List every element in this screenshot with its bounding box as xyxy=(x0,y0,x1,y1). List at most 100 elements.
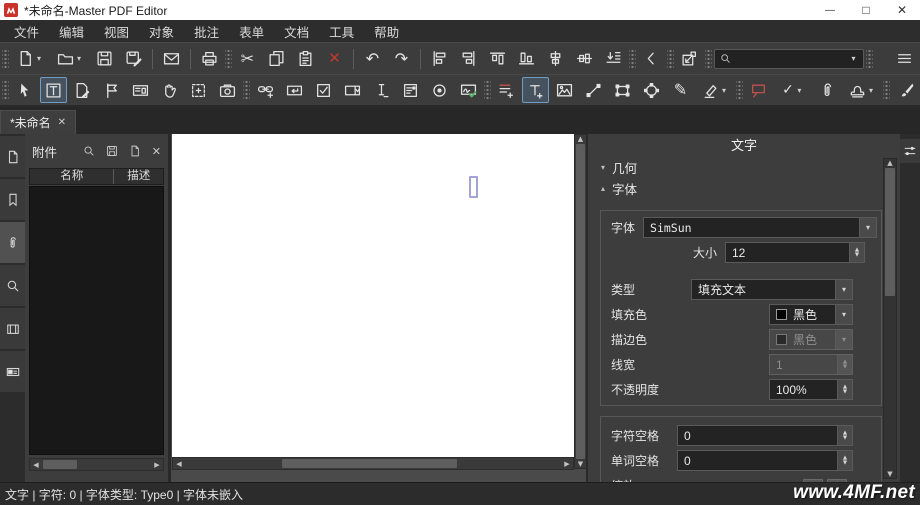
chevron-down-icon[interactable]: ▾ xyxy=(859,218,876,237)
text-cursor-tool-button[interactable] xyxy=(368,77,395,103)
form-properties-tool-button[interactable] xyxy=(127,77,154,103)
brush-tool-button[interactable] xyxy=(892,77,919,103)
combobox-tool-button[interactable] xyxy=(339,77,366,103)
highlighter-tool-button[interactable]: ▾ xyxy=(696,77,734,103)
attachments-hscrollbar[interactable]: ◀ ▶ xyxy=(29,458,164,471)
search-dropdown[interactable]: ▾ xyxy=(849,54,858,63)
attachments-list[interactable] xyxy=(29,186,164,455)
menu-item-file[interactable]: 文件 xyxy=(4,20,49,43)
canvas-hscrollbar[interactable]: ◀ ▶ xyxy=(172,457,574,470)
delete-button[interactable]: ✕ xyxy=(321,46,348,72)
redo-button[interactable]: ↷ xyxy=(388,46,415,72)
save-as-button[interactable] xyxy=(120,46,147,72)
link-tool-button[interactable] xyxy=(252,77,279,103)
paste-button[interactable] xyxy=(292,46,319,72)
listbox-tool-button[interactable] xyxy=(397,77,424,103)
scroll-left-icon[interactable]: ◀ xyxy=(30,461,42,469)
scroll-thumb[interactable] xyxy=(885,168,895,296)
maximize-button[interactable]: □ xyxy=(848,0,884,20)
search-box[interactable]: ▾ xyxy=(714,48,864,69)
minimize-button[interactable]: — xyxy=(812,0,848,20)
bookmark-tool-button[interactable] xyxy=(98,77,125,103)
cut-button[interactable]: ✂ xyxy=(234,46,261,72)
highlighter-dropdown[interactable]: ▾ xyxy=(720,86,729,95)
align-center-horizontal-button[interactable] xyxy=(571,46,598,72)
checkmark-dropdown[interactable]: ▾ xyxy=(795,86,804,95)
open-document-button[interactable]: ▾ xyxy=(51,46,89,72)
column-header-name[interactable]: 名称 xyxy=(30,169,115,184)
spinner-buttons[interactable]: ▲ ▼ xyxy=(837,380,852,399)
spinner-buttons[interactable]: ▲ ▼ xyxy=(849,243,864,262)
stamp-tool-button[interactable]: ▾ xyxy=(843,77,881,103)
spin-down-icon[interactable]: ▼ xyxy=(855,252,859,258)
scroll-down-icon[interactable]: ▼ xyxy=(884,470,896,478)
sidebar-item-search[interactable] xyxy=(0,265,25,306)
spinner-buttons[interactable]: ▲ ▼ xyxy=(837,426,852,445)
menu-item-document[interactable]: 文档 xyxy=(274,20,319,43)
delete-attachment-icon[interactable]: ✕ xyxy=(152,146,161,157)
menu-item-help[interactable]: 帮助 xyxy=(364,20,409,43)
size-spinner[interactable]: 12 ▲ ▼ xyxy=(725,242,865,263)
toolbar-drag-handle[interactable] xyxy=(705,47,712,70)
section-geometry[interactable]: ▾ 几何 xyxy=(588,157,900,178)
pencil-tool-button[interactable]: ✎ xyxy=(667,77,694,103)
toolbar-drag-handle[interactable] xyxy=(883,79,890,101)
align-center-vertical-button[interactable] xyxy=(542,46,569,72)
chevron-down-icon[interactable]: ▾ xyxy=(835,280,852,299)
column-header-description[interactable]: 描述 xyxy=(114,169,163,184)
menu-item-tools[interactable]: 工具 xyxy=(319,20,364,43)
select-tool-button[interactable] xyxy=(11,77,38,103)
section-font[interactable]: ▴ 字体 xyxy=(588,178,900,199)
font-select[interactable]: SimSun ▾ xyxy=(643,217,877,238)
new-document-dropdown[interactable]: ▾ xyxy=(35,54,44,63)
previous-view-button[interactable] xyxy=(638,46,665,72)
close-button[interactable]: ✕ xyxy=(884,0,920,20)
menu-item-annotation[interactable]: 批注 xyxy=(184,20,229,43)
scroll-thumb[interactable] xyxy=(576,144,585,459)
sidebar-item-bookmarks[interactable] xyxy=(0,179,25,220)
toolbar-drag-handle[interactable] xyxy=(667,47,674,70)
text-field-tool-button[interactable] xyxy=(281,77,308,103)
scroll-down-icon[interactable]: ▼ xyxy=(575,460,587,468)
open-document-dropdown[interactable]: ▾ xyxy=(75,54,84,63)
menu-item-edit[interactable]: 编辑 xyxy=(49,20,94,43)
toolbar-drag-handle[interactable] xyxy=(629,47,636,70)
rectangle-tool-button[interactable] xyxy=(609,77,636,103)
spin-down-icon[interactable]: ▼ xyxy=(843,435,847,441)
copy-button[interactable] xyxy=(263,46,290,72)
toolbar-drag-handle[interactable] xyxy=(225,47,232,70)
add-attachment-icon[interactable] xyxy=(129,145,141,157)
properties-vscrollbar[interactable]: ▲ ▼ xyxy=(883,158,897,479)
align-bottom-button[interactable] xyxy=(513,46,540,72)
print-button[interactable] xyxy=(196,46,223,72)
align-top-button[interactable] xyxy=(484,46,511,72)
new-document-button[interactable]: ▾ xyxy=(11,46,49,72)
send-email-button[interactable] xyxy=(158,46,185,72)
sidebar-item-pages[interactable] xyxy=(0,136,25,177)
scroll-right-icon[interactable]: ▶ xyxy=(561,460,573,468)
toolbar-menu-button[interactable] xyxy=(891,46,918,72)
sidebar-item-form-fields[interactable] xyxy=(0,351,25,392)
save-button[interactable] xyxy=(91,46,118,72)
tab-close-icon[interactable]: ✕ xyxy=(58,117,66,128)
checkmark-tool-button[interactable]: ✓ ▾ xyxy=(774,77,812,103)
menu-item-form[interactable]: 表单 xyxy=(229,20,274,43)
edit-text-tool-button[interactable] xyxy=(40,77,67,103)
search-input[interactable] xyxy=(736,52,844,65)
line-tool-button[interactable] xyxy=(580,77,607,103)
attach-file-tool-button[interactable] xyxy=(814,77,841,103)
checkbox-tool-button[interactable] xyxy=(310,77,337,103)
scroll-up-icon[interactable]: ▲ xyxy=(575,135,587,143)
scroll-right-icon[interactable]: ▶ xyxy=(151,461,163,469)
radio-button-tool-button[interactable] xyxy=(426,77,453,103)
fit-page-button[interactable] xyxy=(676,46,703,72)
toolbar-drag-handle[interactable] xyxy=(866,47,873,70)
snapshot-tool-button[interactable] xyxy=(214,77,241,103)
ellipse-tool-button[interactable] xyxy=(638,77,665,103)
scroll-thumb[interactable] xyxy=(282,459,457,468)
add-text-lines-tool-button[interactable] xyxy=(493,77,520,103)
scroll-up-icon[interactable]: ▲ xyxy=(884,159,896,167)
menu-item-object[interactable]: 对象 xyxy=(139,20,184,43)
undo-button[interactable]: ↶ xyxy=(359,46,386,72)
select-area-tool-button[interactable] xyxy=(185,77,212,103)
